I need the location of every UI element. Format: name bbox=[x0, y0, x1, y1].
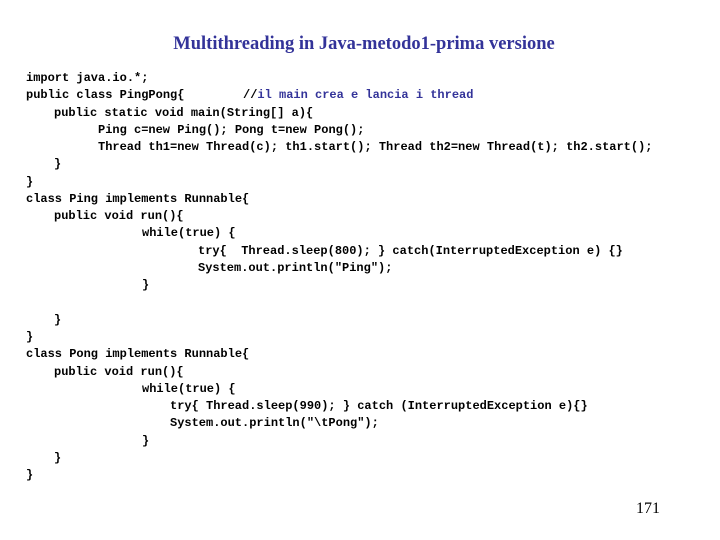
code-text: import java.io.*; bbox=[26, 71, 149, 85]
code-text: Thread th1=new Thread(c); th1.start(); T… bbox=[98, 140, 653, 155]
code-line: Thread th1=new Thread(c); th1.start(); T… bbox=[26, 139, 653, 156]
code-line: import java.io.*; bbox=[26, 70, 653, 87]
code-text: public class PingPong{ bbox=[26, 88, 185, 103]
code-line: } bbox=[26, 329, 653, 346]
code-text: class Pong implements Runnable{ bbox=[26, 347, 250, 362]
code-text: public void run(){ bbox=[54, 209, 184, 224]
code-text: while(true) { bbox=[142, 381, 236, 396]
code-text: public void run(){ bbox=[54, 364, 184, 379]
code-text: Ping c=new Ping(); Pong t=new Pong(); bbox=[98, 122, 365, 137]
code-line: public class PingPong{ //il main crea e l… bbox=[26, 87, 653, 104]
code-text: try{ Thread.sleep(800); } catch(Interrup… bbox=[198, 243, 623, 258]
code-text: System.out.println("Ping"); bbox=[198, 260, 393, 275]
code-text: } bbox=[142, 433, 150, 448]
code-line: class Pong implements Runnable{ bbox=[26, 346, 653, 363]
code-text: } bbox=[54, 157, 62, 172]
code-text: try{ Thread.sleep(990); } catch (Interru… bbox=[170, 399, 588, 414]
code-line: while(true) { bbox=[26, 225, 653, 242]
code-text: } bbox=[26, 468, 34, 483]
code-line: System.out.println("\tPong"); bbox=[26, 415, 653, 432]
code-line: } bbox=[26, 174, 653, 191]
code-line: } bbox=[26, 156, 653, 173]
code-text: } bbox=[26, 329, 34, 344]
code-line: public void run(){ bbox=[26, 208, 653, 225]
comment-prefix: // bbox=[243, 88, 258, 103]
code-line: while(true) { bbox=[26, 381, 653, 398]
code-text: } bbox=[26, 174, 34, 189]
code-text: } bbox=[54, 312, 62, 327]
code-line: } bbox=[26, 277, 653, 294]
code-line: public static void main(String[] a){ bbox=[26, 105, 653, 122]
code-text: public static void main(String[] a){ bbox=[54, 105, 314, 120]
code-line: try{ Thread.sleep(990); } catch (Interru… bbox=[26, 398, 653, 415]
code-block: import java.io.*; public class PingPong{… bbox=[26, 70, 653, 484]
code-line: System.out.println("Ping"); bbox=[26, 260, 653, 277]
code-line: try{ Thread.sleep(800); } catch(Interrup… bbox=[26, 243, 653, 260]
code-text: System.out.println("\tPong"); bbox=[170, 416, 379, 431]
code-line: } bbox=[26, 467, 653, 484]
code-line: } bbox=[26, 312, 653, 329]
code-line: Ping c=new Ping(); Pong t=new Pong(); bbox=[26, 122, 653, 139]
slide-title: Multithreading in Java-metodo1-prima ver… bbox=[173, 34, 555, 54]
code-text: } bbox=[54, 450, 62, 465]
code-text: while(true) { bbox=[142, 226, 236, 241]
page-number: 171 bbox=[636, 500, 660, 517]
code-comment: il main crea e lancia i thread bbox=[257, 88, 474, 103]
code-line: class Ping implements Runnable{ bbox=[26, 191, 653, 208]
code-text: class Ping implements Runnable{ bbox=[26, 191, 250, 206]
code-line: } bbox=[26, 450, 653, 467]
code-line: public void run(){ bbox=[26, 364, 653, 381]
code-line: } bbox=[26, 433, 653, 450]
code-text: } bbox=[142, 278, 150, 293]
